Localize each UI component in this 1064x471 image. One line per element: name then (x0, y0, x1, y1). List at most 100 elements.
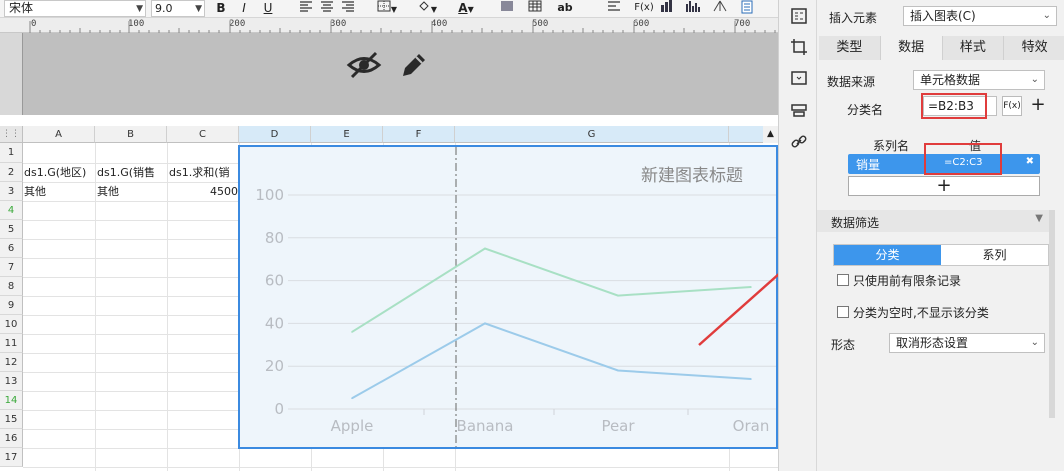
data-point (617, 369, 619, 372)
shape-label: 形态 (831, 338, 856, 352)
ruler: 0 100 200 300 400 500 600 700 (0, 18, 778, 33)
align-center-icon[interactable] (319, 0, 335, 17)
font-size-value: 9.0 (155, 2, 173, 15)
properties-icon[interactable] (790, 7, 808, 25)
column-header[interactable]: F (383, 126, 455, 143)
add-icon[interactable]: + (1028, 96, 1048, 116)
formula-button[interactable]: F(x) (634, 0, 654, 17)
window-icon[interactable] (790, 69, 808, 87)
row-header[interactable]: 10 (0, 315, 23, 334)
y-tick-label: 80 (265, 229, 284, 247)
column-header[interactable]: A (23, 126, 95, 143)
cell-a3[interactable]: 其他 (24, 182, 94, 201)
row-header[interactable]: 5 (0, 220, 23, 239)
layers-icon[interactable] (790, 101, 808, 119)
panel-scrollbar[interactable] (1049, 210, 1055, 418)
hide-empty-label: 分类为空时,不显示该分类 (853, 306, 989, 320)
row-header[interactable]: 17 (0, 448, 23, 467)
shape-value: 取消形态设置 (896, 336, 969, 350)
column-header[interactable]: G (455, 126, 729, 143)
bold-button[interactable]: B (213, 0, 229, 17)
segment-category[interactable]: 分类 (834, 245, 941, 265)
row-header[interactable]: 8 (0, 277, 23, 296)
underline-button[interactable]: U (260, 0, 276, 17)
y-tick-label: 40 (265, 314, 284, 332)
insert-element-select[interactable]: 插入图表(C) ⌄ (903, 6, 1057, 26)
series-name[interactable]: 销量 (856, 156, 880, 173)
draw-icon[interactable] (712, 0, 728, 17)
column-header[interactable]: E (311, 126, 383, 143)
table-icon[interactable] (527, 0, 543, 17)
category-name-label: 分类名 (847, 103, 884, 117)
row-header[interactable]: 4 (0, 201, 23, 220)
column-chart-icon[interactable] (685, 0, 701, 17)
y-tick-label: 0 (274, 400, 284, 418)
row-header[interactable]: 3 (0, 182, 23, 201)
row-header[interactable]: 2 (0, 163, 23, 182)
link-icon[interactable] (790, 133, 808, 151)
fill-color-icon[interactable]: ▼ (414, 0, 440, 17)
filter-section-header[interactable]: 数据筛选 ▼ (817, 210, 1049, 232)
segment-series[interactable]: 系列 (941, 245, 1048, 265)
row-header[interactable]: 1 (0, 143, 23, 163)
row-header[interactable]: 14 (0, 391, 23, 410)
row-header[interactable]: 16 (0, 429, 23, 448)
cell-c3[interactable]: 4500 (169, 182, 238, 201)
chevron-down-icon: ⌄ (1042, 10, 1051, 21)
row-header[interactable]: 15 (0, 410, 23, 429)
font-family-select[interactable]: 宋体 ▼ (4, 0, 146, 17)
font-size-select[interactable]: 9.0 ▼ (151, 0, 205, 17)
row-header[interactable]: 6 (0, 239, 23, 258)
column-header[interactable]: B (95, 126, 167, 143)
data-source-select[interactable]: 单元格数据 ⌄ (913, 70, 1045, 90)
tab-effects[interactable]: 特效 (1004, 36, 1064, 60)
crop-icon[interactable] (790, 38, 808, 56)
file-icon[interactable] (739, 0, 755, 17)
select-all-corner[interactable]: ⋮⋮ (0, 126, 23, 143)
column-header[interactable]: D (239, 126, 311, 143)
row-header[interactable]: 11 (0, 334, 23, 353)
chart-container[interactable]: 新建图表标题 0 20 40 60 80 100 Apple Banana Pear Oran (238, 145, 778, 449)
scroll-up-arrow-icon[interactable]: ▲ (763, 126, 778, 143)
limited-records-checkbox[interactable] (837, 274, 849, 286)
tab-type[interactable]: 类型 (819, 36, 881, 60)
chevron-down-icon: ⌄ (1030, 74, 1039, 85)
data-point (351, 397, 353, 400)
ruler-ticks (29, 21, 776, 33)
bar-chart-icon[interactable] (659, 0, 675, 17)
x-tick-label: Banana (457, 417, 514, 435)
add-series-button[interactable]: + (848, 176, 1040, 196)
row-header[interactable]: 9 (0, 296, 23, 315)
column-header-extra[interactable] (729, 126, 765, 143)
highlight-box (924, 143, 1002, 175)
formula-button[interactable]: F(x) (1002, 96, 1022, 116)
row-header[interactable]: 13 (0, 372, 23, 391)
y-tick-label: 100 (255, 186, 284, 204)
tab-style[interactable]: 样式 (942, 36, 1005, 60)
collapse-icon[interactable]: ▼ (1035, 213, 1043, 224)
italic-button[interactable]: I (236, 0, 252, 17)
chevron-down-icon: ▼ (136, 4, 143, 14)
text-button[interactable]: ab (554, 0, 576, 17)
delete-icon[interactable]: ✖ (1026, 156, 1034, 167)
font-color-button[interactable]: A▼ (453, 0, 479, 17)
shape-select[interactable]: 取消形态设置 ⌄ (889, 333, 1045, 353)
row-header[interactable]: 7 (0, 258, 23, 277)
image-icon[interactable] (499, 0, 515, 17)
cell-b2[interactable]: ds1.G(销售 (97, 163, 166, 182)
column-header[interactable]: C (167, 126, 239, 143)
hide-empty-checkbox[interactable] (837, 306, 849, 318)
edit-pencil-icon[interactable] (398, 49, 428, 84)
align-right-icon[interactable] (340, 0, 356, 17)
cell-a2[interactable]: ds1.G(地区) (24, 163, 94, 182)
tab-data[interactable]: 数据 (880, 36, 943, 60)
cell-b3[interactable]: 其他 (97, 182, 166, 201)
insert-element-label: 插入元素 (829, 11, 878, 25)
data-source-value: 单元格数据 (920, 73, 981, 87)
hide-eye-icon[interactable] (346, 51, 382, 82)
paragraph-icon[interactable] (606, 0, 622, 17)
row-header[interactable]: 12 (0, 353, 23, 372)
cell-c2[interactable]: ds1.求和(销 (169, 163, 238, 182)
align-left-icon[interactable] (298, 0, 314, 17)
border-icon[interactable]: ▼ (374, 0, 400, 17)
